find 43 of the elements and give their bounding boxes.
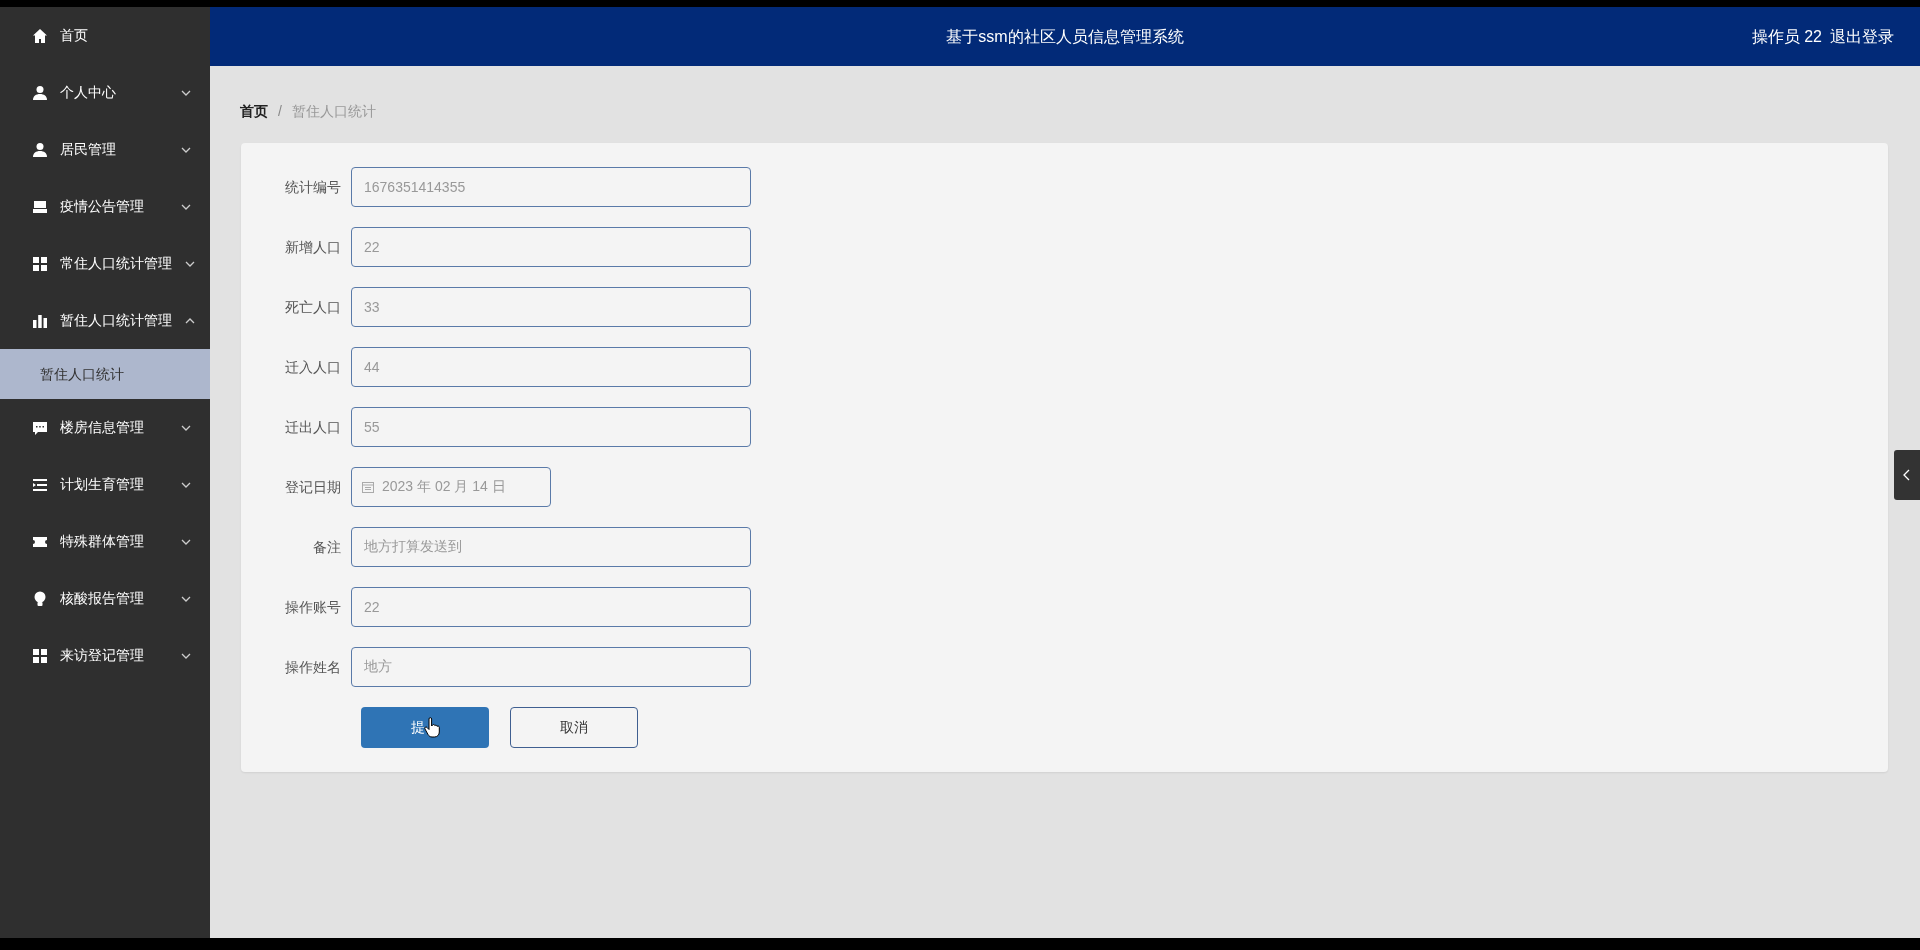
sidebar-item[interactable]: 核酸报告管理 [0,570,210,627]
sidebar-item[interactable]: 楼房信息管理 [0,399,210,456]
sidebar-item[interactable]: 特殊群体管理 [0,513,210,570]
sidebar-item[interactable]: 常住人口统计管理 [0,235,210,292]
breadcrumb-separator: / [278,102,282,121]
sidebar-item[interactable]: 首页 [0,7,210,64]
submit-button[interactable]: 提 [361,707,489,748]
grid-icon [32,647,48,664]
user-icon [32,84,48,101]
collapse-tab[interactable] [1894,450,1920,500]
bar-chart-icon [32,312,48,329]
field-label: 操作姓名 [284,657,342,677]
breadcrumb-link[interactable]: 首页 [240,101,268,122]
calendar-icon [362,481,374,493]
hand-cursor-icon [424,717,440,739]
field-label: 登记日期 [284,477,342,497]
tray-icon [32,198,48,215]
field-label: 迁入人口 [284,357,342,377]
field-label: 统计编号 [284,177,342,197]
sidebar-item[interactable]: 个人中心 [0,64,210,121]
chevron-left-icon [1903,469,1911,481]
sidebar-item[interactable]: 计划生育管理 [0,456,210,513]
user-icon [32,141,48,158]
field-label: 操作账号 [284,597,342,617]
field-label: 迁出人口 [284,417,342,437]
logout-link[interactable]: 退出登录 [1830,24,1894,49]
field-label: 新增人口 [284,237,342,257]
app-title: 基于ssm的社区人员信息管理系统 [946,26,1184,47]
breadcrumb-current: 暂住人口统计 [291,102,376,121]
sidebar-item[interactable]: 疫情公告管理 [0,178,210,235]
sidebar-item[interactable]: 来访登记管理 [0,627,210,684]
grid-icon [32,255,48,272]
field-label: 备注 [312,537,342,557]
sidebar-item[interactable]: 暂住人口统计管理 [0,292,210,349]
cancel-button[interactable]: 取消 [510,707,638,748]
list-icon [32,476,48,493]
operator-label: 操作员 22 [1751,26,1822,47]
chat-icon [32,419,48,436]
home-icon [32,27,48,44]
sidebar-subitem[interactable]: 暂住人口统计 [0,349,210,399]
bulb-icon [32,590,48,607]
sidebar-item[interactable]: 居民管理 [0,121,210,178]
field-label: 死亡人口 [284,297,342,317]
